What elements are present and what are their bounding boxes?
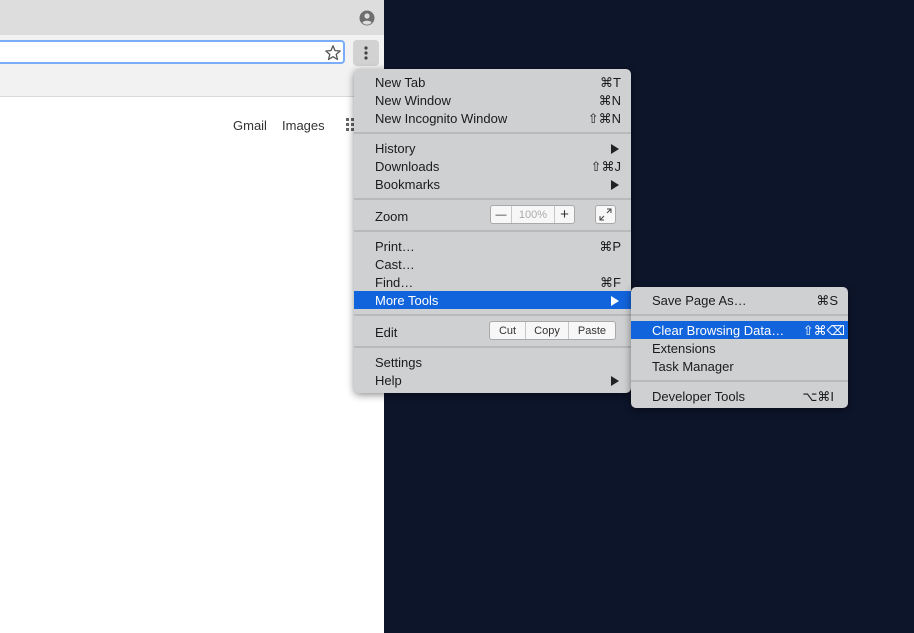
menu-item-label: Help (375, 373, 402, 388)
menu-item-label: Downloads (375, 159, 440, 174)
menu-item-label: Developer Tools (652, 389, 745, 404)
menu-item-label: Zoom (375, 209, 409, 224)
shortcut-label: ⇧⌘⌫ (802, 323, 845, 338)
menu-item-settings[interactable]: Settings (354, 353, 631, 371)
menu-separator (354, 314, 631, 316)
menu-item-bookmarks[interactable]: Bookmarks (354, 175, 631, 193)
profile-avatar-icon[interactable] (359, 10, 375, 26)
zoom-control: — 100% + (490, 205, 575, 224)
menu-item-developer-tools[interactable]: Developer Tools ⌥⌘I (631, 387, 848, 405)
menu-item-clear-browsing-data[interactable]: Clear Browsing Data… ⇧⌘⌫ (631, 321, 848, 339)
menu-button[interactable] (353, 40, 379, 66)
menu-item-label: Bookmarks (375, 177, 441, 192)
menu-item-extensions[interactable]: Extensions (631, 339, 848, 357)
menu-item-label: Cast… (375, 257, 415, 272)
fullscreen-button[interactable] (595, 205, 616, 224)
menu-item-print[interactable]: Print… ⌘P (354, 237, 631, 255)
bookmark-star-icon[interactable] (324, 44, 342, 62)
shortcut-label: ⌘S (816, 293, 838, 308)
shortcut-label: ⌘P (599, 239, 621, 254)
menu-item-save-page-as[interactable]: Save Page As… ⌘S (631, 291, 848, 309)
menu-item-cast[interactable]: Cast… (354, 255, 631, 273)
menu-item-history[interactable]: History (354, 139, 631, 157)
submenu-arrow-icon (611, 144, 619, 154)
chrome-main-menu: New Tab ⌘T New Window ⌘N New Incognito W… (354, 69, 631, 393)
submenu-arrow-icon (611, 180, 619, 190)
zoom-in-button[interactable]: + (555, 206, 574, 223)
menu-item-downloads[interactable]: Downloads ⇧⌘J (354, 157, 631, 175)
menu-separator (354, 132, 631, 134)
menu-item-find[interactable]: Find… ⌘F (354, 273, 631, 291)
cut-button[interactable]: Cut (490, 322, 526, 339)
menu-item-label: Edit (375, 325, 398, 340)
fullscreen-icon (599, 208, 612, 221)
edit-control: Cut Copy Paste (489, 321, 616, 340)
menu-separator (354, 230, 631, 232)
gmail-link[interactable]: Gmail (233, 118, 267, 133)
menu-item-label: Settings (375, 355, 422, 370)
menu-item-help[interactable]: Help (354, 371, 631, 389)
zoom-out-button[interactable]: — (491, 206, 512, 223)
menu-item-label: Extensions (652, 341, 716, 356)
browser-window: Gmail Images (0, 0, 384, 633)
submenu-arrow-icon (611, 296, 619, 306)
title-bar (0, 0, 384, 35)
menu-item-label: Task Manager (652, 359, 734, 374)
menu-separator (631, 314, 848, 316)
menu-item-label: More Tools (375, 293, 439, 308)
shortcut-label: ⌥⌘I (802, 389, 834, 404)
menu-item-label: New Incognito Window (375, 111, 508, 126)
menu-item-label: Save Page As… (652, 293, 747, 308)
shortcut-label: ⌘T (600, 75, 621, 90)
menu-separator (354, 198, 631, 200)
menu-item-label: New Tab (375, 75, 426, 90)
menu-item-label: History (375, 141, 416, 156)
menu-separator (631, 380, 848, 382)
images-link[interactable]: Images (282, 118, 325, 133)
submenu-arrow-icon (611, 376, 619, 386)
menu-separator (354, 346, 631, 348)
address-bar[interactable] (0, 40, 345, 64)
shortcut-label: ⇧⌘N (587, 111, 621, 126)
bookmarks-bar (0, 71, 384, 97)
menu-item-new-window[interactable]: New Window ⌘N (354, 91, 631, 109)
copy-button[interactable]: Copy (526, 322, 569, 339)
shortcut-label: ⌘F (600, 275, 621, 290)
zoom-level-value: 100% (512, 206, 555, 223)
more-tools-submenu: Save Page As… ⌘S Clear Browsing Data… ⇧⌘… (631, 287, 848, 408)
more-vertical-icon (364, 46, 368, 60)
menu-item-label: Print… (375, 239, 415, 254)
menu-item-new-incognito-window[interactable]: New Incognito Window ⇧⌘N (354, 109, 631, 127)
menu-item-new-tab[interactable]: New Tab ⌘T (354, 73, 631, 91)
paste-button[interactable]: Paste (569, 322, 615, 339)
shortcut-label: ⌘N (598, 93, 621, 108)
menu-item-label: Find… (375, 275, 414, 290)
menu-item-task-manager[interactable]: Task Manager (631, 357, 848, 375)
shortcut-label: ⇧⌘J (590, 159, 621, 174)
menu-item-more-tools[interactable]: More Tools (354, 291, 631, 309)
menu-item-label: Clear Browsing Data… (652, 323, 785, 338)
menu-item-label: New Window (375, 93, 451, 108)
